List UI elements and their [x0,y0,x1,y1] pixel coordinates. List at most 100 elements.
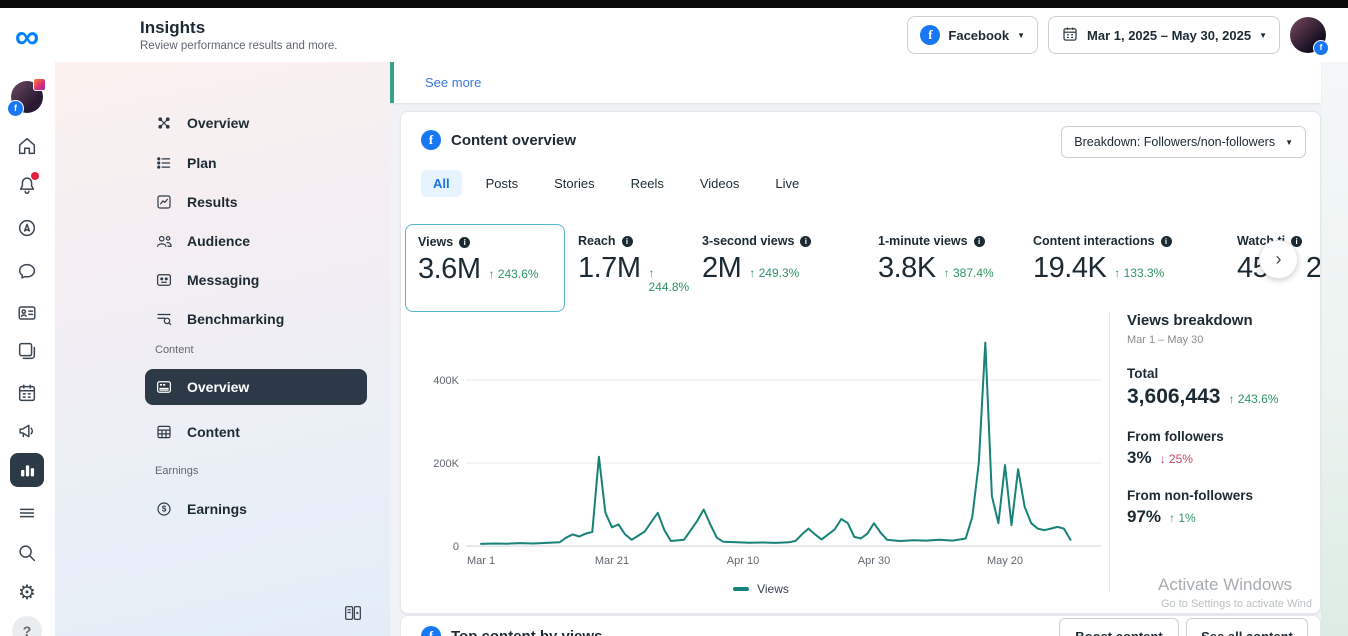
inbox-button[interactable] [10,254,44,288]
top-content-header: f Top content by views [421,626,602,636]
vertical-divider [1109,312,1110,592]
breakdown-row-total: Total 3,606,443 ↑ 243.6% [1127,366,1313,409]
breakdown-label: From followers [1127,429,1313,444]
page-title: Insights [140,18,338,38]
metrics-next-button[interactable]: › [1259,240,1298,279]
metric-card-content-interactions[interactable]: Content interactionsi 19.4K↑ 133.3% [1033,224,1223,310]
platform-selector-label: Facebook [948,28,1009,43]
breakdown-delta: ↑ 243.6% [1228,392,1278,406]
tab-posts[interactable]: Posts [474,170,531,197]
search-button[interactable] [10,536,44,570]
header-controls: f Facebook ▼ Mar 1, 2025 – May 30, 2025 … [907,16,1348,54]
metric-value: 3.8K [878,252,936,285]
metric-card-reach[interactable]: Reachi 1.7M↑ 244.8% [578,224,698,310]
tab-reels[interactable]: Reels [619,170,676,197]
breakdown-value: 3% [1127,448,1152,468]
metric-label: Views [418,235,453,249]
bar-chart-icon [16,459,38,481]
notifications-button[interactable] [10,168,44,202]
metric-card-1-minute-views[interactable]: 1-minute viewsi 3.8K↑ 387.4% [878,224,1023,310]
sidebar-collapse-button[interactable] [338,598,368,628]
sidebar-item-benchmarking[interactable]: Benchmarking [145,302,367,336]
content-overview-title: Content overview [451,132,576,149]
sidebar-item-audience[interactable]: Audience [145,224,367,258]
tab-videos[interactable]: Videos [688,170,752,197]
calendar-icon [1061,25,1079,46]
meta-logo-icon[interactable]: ∞ [6,22,48,56]
see-all-content-button[interactable]: See all content [1186,618,1308,636]
info-icon[interactable]: i [974,236,985,247]
menu-lines-icon [16,502,38,524]
gear-icon: ⚙ [18,583,36,603]
breakdown-label: From non-followers [1127,488,1313,503]
sidebar-item-label: Results [187,194,238,210]
tab-live[interactable]: Live [763,170,811,197]
sidebar-item-results[interactable]: Results [145,185,367,219]
left-icon-rail: ∞ f [0,8,55,636]
metric-value: 19.4K [1033,252,1106,285]
chevron-down-icon: ▼ [1285,138,1293,147]
info-icon[interactable]: i [622,236,633,247]
svg-text:0: 0 [453,541,459,553]
breakdown-row-followers: From followers 3% ↓ 25% [1127,429,1313,468]
metric-value: 2M [702,252,741,285]
home-button[interactable] [10,129,44,163]
home-icon [16,135,38,157]
content-overview-card: f Content overview Breakdown: Followers/… [400,111,1321,614]
tab-stories[interactable]: Stories [542,170,606,197]
sidebar-item-earnings[interactable]: $ Earnings [145,492,367,526]
posts-stack-icon [16,340,38,362]
top-content-title: Top content by views [451,628,602,636]
main-content: See more f Content overview Breakdown: F… [390,62,1348,636]
collapse-panel-icon [342,602,364,624]
info-icon[interactable]: i [459,237,470,248]
all-tools-button[interactable] [10,496,44,530]
settings-button[interactable]: ⚙ [10,576,44,610]
info-icon[interactable]: i [1161,236,1172,247]
chat-bubble-icon [16,260,38,282]
user-avatar[interactable]: f [1290,17,1326,53]
chevron-down-icon: ▼ [1259,31,1267,40]
business-profile-button[interactable]: f [10,80,44,114]
page-header: Insights Review performance results and … [55,8,1348,62]
sidebar-item-content-overview-active[interactable]: Overview [145,369,367,405]
sidebar-item-plan[interactable]: Plan [145,146,367,180]
facebook-icon: f [920,25,940,45]
metric-card-views[interactable]: Viewsi 3.6M↑ 243.6% [405,224,565,312]
planner-button[interactable] [10,376,44,410]
breakdown-selector-dropdown[interactable]: Breakdown: Followers/non-followers ▼ [1061,126,1306,158]
metric-label: 1-minute views [878,234,968,248]
svg-text:Mar 21: Mar 21 [595,555,629,567]
page-subtitle: Review performance results and more. [140,40,338,52]
info-icon[interactable]: i [800,236,811,247]
svg-text:Apr 30: Apr 30 [858,555,890,567]
tab-all[interactable]: All [421,170,462,197]
help-button[interactable]: ? [10,614,44,636]
breakdown-row-nonfollowers: From non-followers 97% ↑ 1% [1127,488,1313,527]
metric-card-3-second-views[interactable]: 3-second viewsi 2M↑ 249.3% [702,224,867,310]
see-more-link[interactable]: See more [425,75,481,90]
page-background-strip [1321,62,1348,636]
boost-circle-icon [16,217,38,239]
sidebar-item-content[interactable]: Content [145,415,367,449]
sidebar-item-overview[interactable]: Overview [145,106,367,140]
hub-icon [155,114,173,132]
breakdown-label: Total [1127,366,1313,381]
facebook-badge-icon: f [1313,40,1329,56]
megaphone-icon [16,420,38,442]
svg-text:Apr 10: Apr 10 [727,555,759,567]
ads-button[interactable] [10,211,44,245]
metric-value: 1.7M [578,252,640,285]
sidebar-item-label: Overview [187,379,249,395]
date-range-dropdown[interactable]: Mar 1, 2025 – May 30, 2025 ▼ [1048,16,1280,54]
sidebar-item-messaging[interactable]: Messaging [145,263,367,297]
insights-button-active[interactable] [10,453,44,487]
info-icon[interactable]: i [1291,236,1302,247]
metric-label: Content interactions [1033,234,1155,248]
platform-selector-dropdown[interactable]: f Facebook ▼ [907,16,1038,54]
content-card-icon [155,378,173,396]
leads-button[interactable] [10,296,44,330]
ads-manager-button[interactable] [10,414,44,448]
content-rail-button[interactable] [10,334,44,368]
boost-content-button[interactable]: Boost content [1059,618,1179,636]
